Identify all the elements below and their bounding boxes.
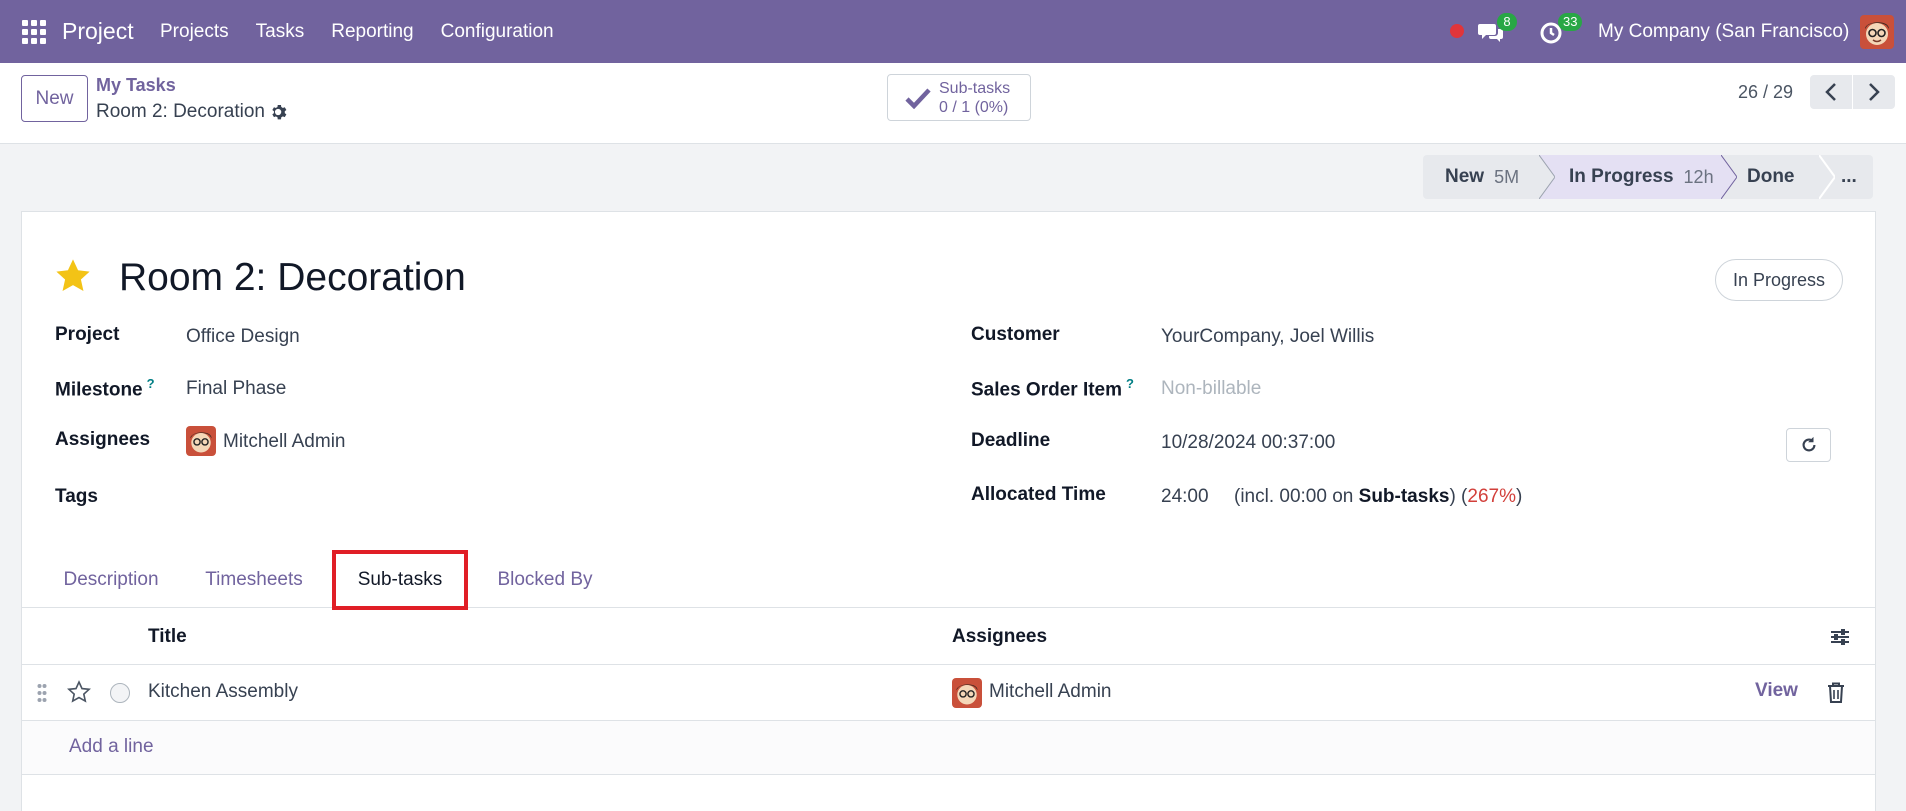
- chevron-left-icon: [1825, 83, 1836, 101]
- notebook-tabs: Description Timesheets Sub-tasks Blocked…: [22, 550, 1875, 610]
- activities-count-badge: 33: [1558, 13, 1583, 31]
- allocated-incl-prefix: (incl. 00:00 on: [1234, 486, 1359, 507]
- menu-projects[interactable]: Projects: [160, 21, 229, 43]
- chevron-right-icon: [1869, 83, 1880, 101]
- apps-menu-icon[interactable]: [22, 20, 46, 44]
- subtask-assignee[interactable]: Mitchell Admin: [989, 681, 1112, 703]
- allocated-incl-subtasks: Sub-tasks: [1358, 486, 1450, 507]
- subtasks-list-header: Title Assignees: [22, 609, 1875, 665]
- assignees-label: Assignees: [55, 429, 151, 450]
- stage-new[interactable]: New 5M: [1423, 155, 1555, 199]
- column-assignees[interactable]: Assignees: [952, 626, 1047, 648]
- optional-columns-icon[interactable]: [1829, 627, 1851, 647]
- menu-reporting[interactable]: Reporting: [331, 21, 413, 43]
- favorite-star-icon[interactable]: [54, 257, 92, 295]
- help-icon[interactable]: ?: [1126, 376, 1134, 391]
- messages-button[interactable]: 8: [1478, 13, 1517, 46]
- sales-order-item-field[interactable]: Non-billable: [1161, 378, 1261, 400]
- new-button[interactable]: New: [21, 75, 88, 122]
- stage-label: ...: [1841, 166, 1857, 187]
- user-avatar[interactable]: [1860, 15, 1894, 49]
- checkmark-icon: [905, 88, 931, 109]
- tab-blocked-by[interactable]: Blocked By: [482, 552, 608, 608]
- view-button[interactable]: View: [1755, 680, 1798, 702]
- allocated-percent: 267%: [1467, 486, 1516, 507]
- allocated-incl-suffix: ) (: [1449, 486, 1468, 507]
- milestone-field[interactable]: Final Phase: [186, 378, 286, 400]
- messages-count-badge: 8: [1497, 13, 1517, 31]
- stage-in-progress[interactable]: In Progress 12h: [1539, 155, 1737, 199]
- deadline-field[interactable]: 10/28/2024 00:37:00: [1161, 432, 1335, 454]
- assignee-avatar: [952, 678, 982, 708]
- smart-button-label: Sub-tasks: [939, 80, 1011, 97]
- app-name[interactable]: Project: [62, 18, 134, 45]
- refresh-icon: [1802, 436, 1815, 452]
- stage-statusbar: New 5M In Progress 12h Done ...: [1423, 155, 1873, 199]
- breadcrumb-current: Room 2: Decoration: [96, 101, 265, 122]
- stage-label: In Progress: [1569, 166, 1674, 187]
- deadline-label: Deadline: [971, 430, 1051, 451]
- stage-duration: 12h: [1683, 166, 1714, 187]
- project-field[interactable]: Office Design: [186, 326, 300, 348]
- stage-separator: [1819, 155, 1835, 199]
- pager-previous-button[interactable]: [1810, 75, 1852, 109]
- stage-separator: [1721, 155, 1737, 199]
- add-a-line-link[interactable]: Add a line: [69, 736, 154, 758]
- milestone-label: Milestone?: [55, 376, 155, 401]
- stage-separator: [1539, 155, 1555, 199]
- smart-button-value: 0 / 1 (0%): [939, 99, 1009, 116]
- stage-duration: 5M: [1494, 166, 1520, 187]
- column-title[interactable]: Title: [148, 626, 187, 648]
- menu-configuration[interactable]: Configuration: [441, 21, 554, 43]
- allocated-close: ): [1516, 486, 1523, 507]
- customer-field[interactable]: YourCompany, Joel Willis: [1161, 326, 1374, 348]
- table-row[interactable]: Kitchen Assembly Mitchell Admin View: [22, 665, 1875, 721]
- refresh-deadline-button[interactable]: [1786, 428, 1831, 462]
- tab-subtasks[interactable]: Sub-tasks: [332, 550, 468, 610]
- gear-icon[interactable]: [270, 103, 288, 121]
- control-panel: New My Tasks Room 2: Decoration Sub-task…: [0, 63, 1906, 144]
- subtask-title[interactable]: Kitchen Assembly: [148, 681, 298, 703]
- tab-timesheets[interactable]: Timesheets: [190, 552, 318, 608]
- customer-label: Customer: [971, 324, 1060, 345]
- pager-value[interactable]: 26 / 29: [1738, 82, 1793, 103]
- trash-icon[interactable]: [1827, 682, 1845, 704]
- company-switcher[interactable]: My Company (San Francisco): [1598, 21, 1849, 43]
- menu-tasks[interactable]: Tasks: [256, 21, 305, 43]
- allocated-time-info: (incl. 00:00 on Sub-tasks) (267%): [1234, 486, 1522, 508]
- tags-field[interactable]: [186, 482, 886, 512]
- task-status-button[interactable]: In Progress: [1715, 259, 1843, 301]
- top-navbar: Project Projects Tasks Reporting Configu…: [0, 0, 1906, 63]
- tab-description[interactable]: Description: [48, 552, 174, 608]
- allocated-time-field[interactable]: 24:00: [1161, 486, 1209, 508]
- stage-label: Done: [1747, 166, 1795, 187]
- form-sheet: Room 2: Decoration In Progress Project O…: [21, 211, 1876, 811]
- task-title[interactable]: Room 2: Decoration: [119, 256, 466, 300]
- help-icon[interactable]: ?: [147, 376, 155, 391]
- project-label: Project: [55, 324, 120, 345]
- drag-handle-icon[interactable]: [37, 683, 47, 703]
- star-outline-icon[interactable]: [67, 680, 91, 704]
- assignee-avatar: [186, 426, 216, 456]
- subtasks-smart-button[interactable]: Sub-tasks 0 / 1 (0%): [887, 74, 1031, 121]
- recording-indicator-icon: [1450, 24, 1464, 38]
- tags-label: Tags: [55, 486, 98, 507]
- pager-next-button[interactable]: [1853, 75, 1895, 109]
- breadcrumb-my-tasks[interactable]: My Tasks: [96, 75, 176, 96]
- sales-order-item-label: Sales Order Item?: [971, 376, 1134, 401]
- stage-label: New: [1445, 166, 1485, 187]
- main-menu: Projects Tasks Reporting Configuration: [160, 21, 554, 43]
- activities-button[interactable]: 33: [1539, 13, 1583, 46]
- assignee-name[interactable]: Mitchell Admin: [223, 431, 346, 453]
- allocated-time-label: Allocated Time: [971, 484, 1106, 505]
- add-line-row: Add a line: [22, 721, 1875, 775]
- milestone-label-text: Milestone: [55, 379, 143, 401]
- sales-order-item-label-text: Sales Order Item: [971, 379, 1123, 401]
- task-state-circle-icon[interactable]: [110, 683, 130, 703]
